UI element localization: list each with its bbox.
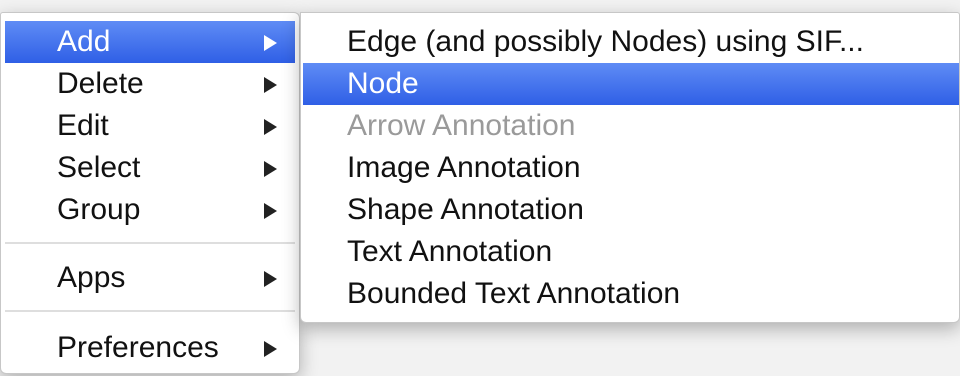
menu-item-label: Edit: [57, 109, 109, 142]
menu-item-delete[interactable]: Delete: [5, 63, 295, 105]
submenu-arrow-icon: [264, 161, 277, 177]
submenu-item-shape-annotation[interactable]: Shape Annotation: [303, 189, 959, 231]
menu-separator: [5, 310, 295, 312]
menu-item-label: Shape Annotation: [347, 193, 584, 226]
menu-item-label: Select: [57, 151, 141, 184]
submenu-arrow-icon: [264, 119, 277, 135]
submenu-item-bounded-text-annotation[interactable]: Bounded Text Annotation: [303, 273, 959, 315]
menu-item-select[interactable]: Select: [5, 147, 295, 189]
menu-item-label: Arrow Annotation: [347, 109, 576, 142]
menu-item-label: Add: [57, 25, 111, 58]
context-menu: Add Delete Edit Select Group Apps Prefer…: [0, 12, 300, 374]
menu-item-apps[interactable]: Apps: [5, 257, 295, 299]
submenu-item-image-annotation[interactable]: Image Annotation: [303, 147, 959, 189]
menu-item-label: Preferences: [57, 331, 219, 364]
menu-item-label: Delete: [57, 67, 144, 100]
submenu-arrow-icon: [264, 271, 277, 287]
submenu-item-node[interactable]: Node: [303, 63, 959, 105]
submenu-item-text-annotation[interactable]: Text Annotation: [303, 231, 959, 273]
submenu-arrow-icon: [264, 35, 277, 51]
submenu-item-arrow-annotation: Arrow Annotation: [303, 105, 959, 147]
menu-item-edit[interactable]: Edit: [5, 105, 295, 147]
submenu-item-edge-sif[interactable]: Edge (and possibly Nodes) using SIF...: [303, 21, 959, 63]
submenu-arrow-icon: [264, 203, 277, 219]
submenu-arrow-icon: [264, 341, 277, 357]
menu-item-add[interactable]: Add: [5, 21, 295, 63]
menu-item-label: Bounded Text Annotation: [347, 277, 681, 310]
add-submenu: Edge (and possibly Nodes) using SIF... N…: [300, 12, 960, 323]
menu-separator: [5, 242, 295, 244]
menu-item-preferences[interactable]: Preferences: [5, 327, 295, 369]
menu-item-label: Image Annotation: [347, 151, 581, 184]
submenu-arrow-icon: [264, 77, 277, 93]
menu-item-group[interactable]: Group: [5, 189, 295, 231]
menu-item-label: Apps: [57, 261, 126, 294]
menu-item-label: Text Annotation: [347, 235, 553, 268]
menu-item-label: Edge (and possibly Nodes) using SIF...: [347, 25, 864, 58]
menu-item-label: Group: [57, 193, 141, 226]
menu-item-label: Node: [347, 67, 419, 100]
